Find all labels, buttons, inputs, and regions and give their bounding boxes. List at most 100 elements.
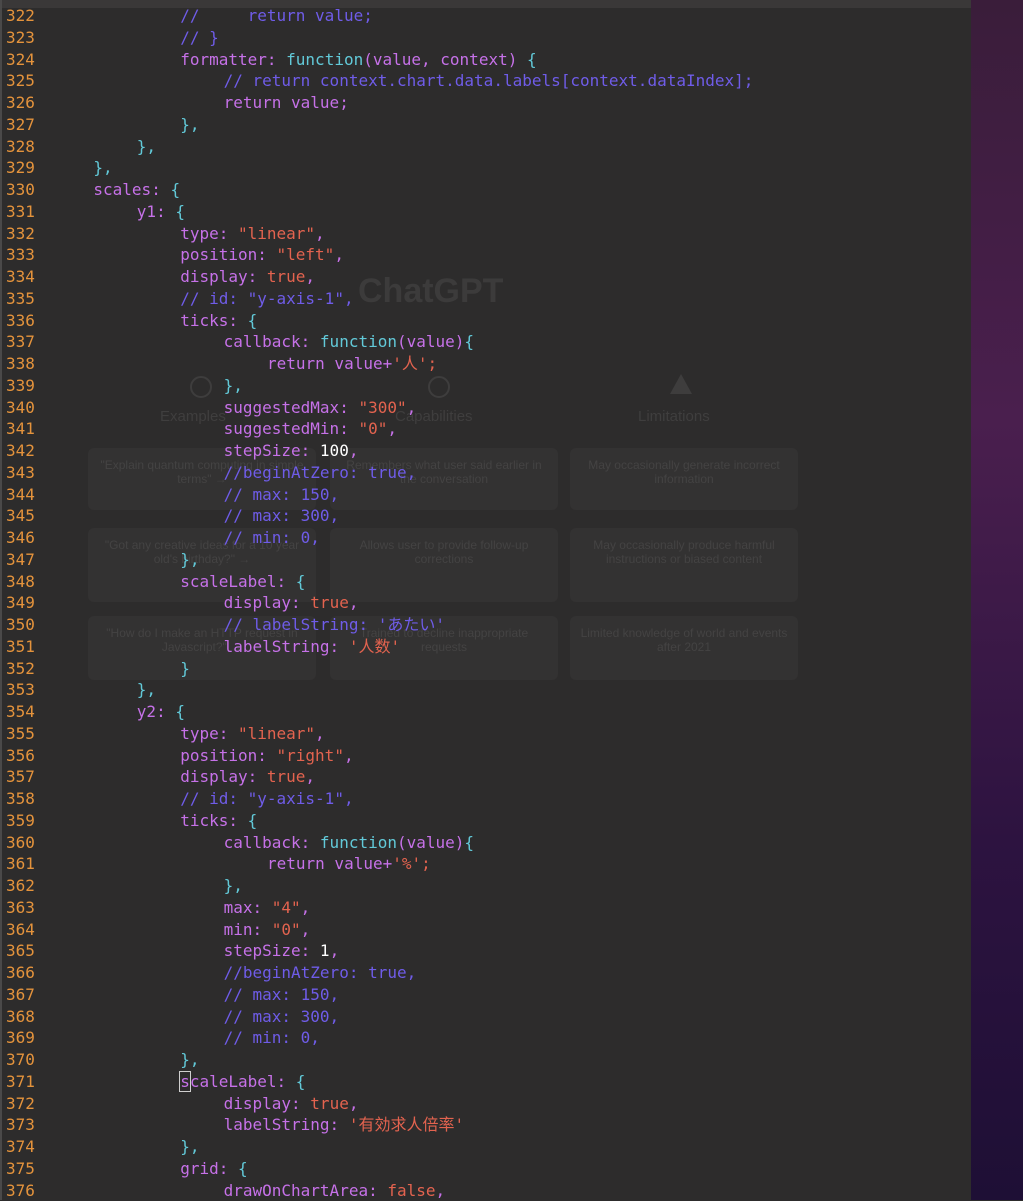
line-number: 338 <box>0 353 50 375</box>
code-line[interactable]: 367// max: 150, <box>0 984 50 1006</box>
code-line[interactable]: 332type: "linear", <box>0 223 50 245</box>
code-token: // return context.chart.data.labels[cont… <box>224 71 754 90</box>
code-token: { <box>175 202 185 221</box>
code-line[interactable]: 343//beginAtZero: true, <box>0 462 50 484</box>
code-text: type: "linear", <box>180 723 325 745</box>
code-line[interactable]: 339}, <box>0 375 50 397</box>
code-token: "0" <box>358 419 387 438</box>
line-number: 351 <box>0 636 50 658</box>
code-line[interactable]: 335// id: "y-axis-1", <box>0 288 50 310</box>
code-text: // max: 150, <box>224 984 340 1006</box>
line-number: 336 <box>0 310 50 332</box>
line-number: 346 <box>0 527 50 549</box>
code-line[interactable]: 376drawOnChartArea: false, <box>0 1180 50 1201</box>
line-number: 348 <box>0 571 50 593</box>
code-line[interactable]: 336ticks: { <box>0 310 50 332</box>
code-line[interactable]: 345// max: 300, <box>0 505 50 527</box>
code-text: display: true, <box>180 766 315 788</box>
background-desktop-strip <box>971 0 1023 1200</box>
code-line[interactable]: 373labelString: '有効求人倍率' <box>0 1114 50 1136</box>
code-line[interactable]: 334display: true, <box>0 266 50 288</box>
code-line[interactable]: 354y2: { <box>0 701 50 723</box>
line-number: 356 <box>0 745 50 767</box>
code-line[interactable]: 342stepSize: 100, <box>0 440 50 462</box>
code-line[interactable]: 349display: true, <box>0 592 50 614</box>
code-line[interactable]: 371scaleLabel: { <box>0 1071 50 1093</box>
code-line[interactable]: 330scales: { <box>0 179 50 201</box>
code-token: // max: 300, <box>224 1007 340 1026</box>
code-line[interactable]: 369// min: 0, <box>0 1027 50 1049</box>
code-line[interactable]: 344// max: 150, <box>0 484 50 506</box>
code-token: '%'; <box>392 854 431 873</box>
code-line[interactable]: 374}, <box>0 1136 50 1158</box>
code-text: //beginAtZero: true, <box>224 962 417 984</box>
code-line[interactable]: 322// return value; <box>0 5 50 27</box>
line-number: 347 <box>0 549 50 571</box>
code-line[interactable]: 361return value+'%'; <box>0 853 50 875</box>
code-line[interactable]: 364min: "0", <box>0 919 50 941</box>
code-line[interactable]: 325// return context.chart.data.labels[c… <box>0 70 50 92</box>
code-token: }, <box>180 1137 199 1156</box>
code-line[interactable]: 337callback: function(value){ <box>0 331 50 353</box>
code-text: // return value; <box>180 5 373 27</box>
code-editor[interactable]: 322// return value;323// }324formatter: … <box>0 0 975 1200</box>
code-line[interactable]: 348scaleLabel: { <box>0 571 50 593</box>
code-token: scales: <box>93 180 170 199</box>
code-token: ticks: <box>180 811 247 830</box>
code-token: }, <box>180 115 199 134</box>
code-line[interactable]: 360callback: function(value){ <box>0 832 50 854</box>
line-number: 344 <box>0 484 50 506</box>
code-line[interactable]: 375grid: { <box>0 1158 50 1180</box>
code-token: labelString: <box>224 637 349 656</box>
line-number: 343 <box>0 462 50 484</box>
text-cursor: s <box>180 1072 190 1091</box>
code-text: min: "0", <box>224 919 311 941</box>
code-line[interactable]: 326return value; <box>0 92 50 114</box>
line-number: 324 <box>0 49 50 71</box>
code-line[interactable]: 353}, <box>0 679 50 701</box>
code-token: "left" <box>277 245 335 264</box>
code-line[interactable]: 356position: "right", <box>0 745 50 767</box>
code-line[interactable]: 329}, <box>0 157 50 179</box>
line-number: 373 <box>0 1114 50 1136</box>
code-token: { <box>527 50 537 69</box>
line-number: 359 <box>0 810 50 832</box>
code-line[interactable]: 352} <box>0 658 50 680</box>
code-line[interactable]: 355type: "linear", <box>0 723 50 745</box>
code-line[interactable]: 324formatter: function(value, context) { <box>0 49 50 71</box>
code-line[interactable]: 346// min: 0, <box>0 527 50 549</box>
line-number: 375 <box>0 1158 50 1180</box>
code-token: y1: <box>137 202 176 221</box>
code-line[interactable]: 358// id: "y-axis-1", <box>0 788 50 810</box>
code-line[interactable]: 338return value+'人'; <box>0 353 50 375</box>
code-token: true <box>267 767 306 786</box>
code-text: // max: 300, <box>224 505 340 527</box>
code-line[interactable]: 365stepSize: 1, <box>0 940 50 962</box>
code-token: , <box>315 724 325 743</box>
code-text: }, <box>93 157 112 179</box>
code-line[interactable]: 350// labelString: 'あたい' <box>0 614 50 636</box>
code-line[interactable]: 359ticks: { <box>0 810 50 832</box>
code-line[interactable]: 341suggestedMin: "0", <box>0 418 50 440</box>
code-line[interactable]: 351labelString: '人数' <box>0 636 50 658</box>
code-line[interactable]: 368// max: 300, <box>0 1006 50 1028</box>
code-token: , <box>407 398 417 417</box>
line-number: 334 <box>0 266 50 288</box>
code-line[interactable]: 333position: "left", <box>0 244 50 266</box>
code-line[interactable]: 372display: true, <box>0 1093 50 1115</box>
code-line[interactable]: 328}, <box>0 136 50 158</box>
code-line[interactable]: 357display: true, <box>0 766 50 788</box>
code-line[interactable]: 362}, <box>0 875 50 897</box>
code-line[interactable]: 347}, <box>0 549 50 571</box>
code-token: // labelString: 'あたい' <box>224 615 445 634</box>
code-line[interactable]: 370}, <box>0 1049 50 1071</box>
code-line[interactable]: 327}, <box>0 114 50 136</box>
code-token: "right" <box>277 746 344 765</box>
code-line[interactable]: 323// } <box>0 27 50 49</box>
code-line[interactable]: 363max: "4", <box>0 897 50 919</box>
code-token: // max: 300, <box>224 506 340 525</box>
code-line[interactable]: 340suggestedMax: "300", <box>0 397 50 419</box>
code-line[interactable]: 331y1: { <box>0 201 50 223</box>
code-text: labelString: '人数' <box>224 636 401 658</box>
code-line[interactable]: 366//beginAtZero: true, <box>0 962 50 984</box>
